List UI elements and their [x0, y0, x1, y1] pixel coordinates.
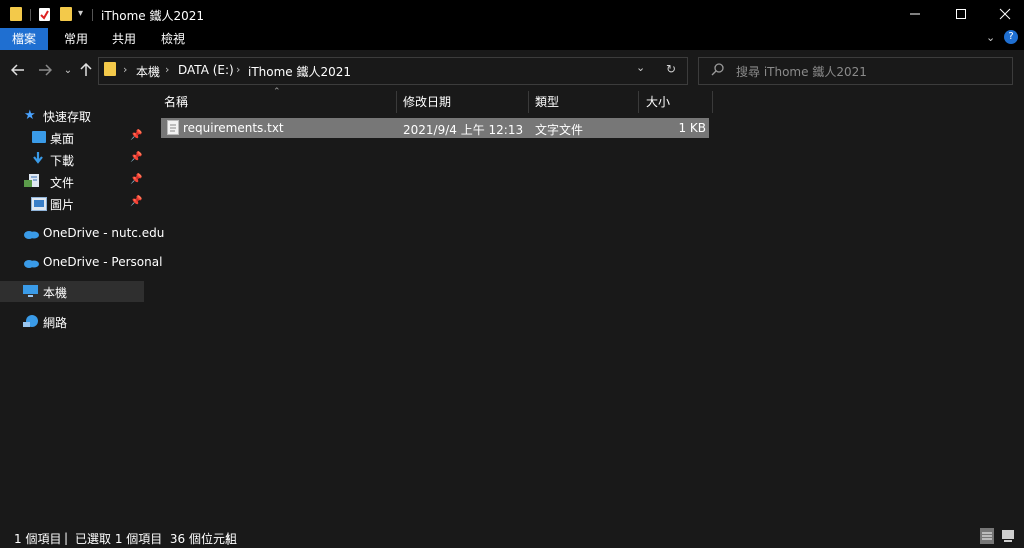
sidebar-item-label: 桌面 — [50, 132, 75, 146]
sidebar-item-network[interactable]: 網路 — [0, 311, 144, 331]
text-file-icon — [167, 120, 179, 135]
star-icon: ★ — [24, 108, 36, 123]
pin-icon: 📌 — [130, 196, 143, 207]
sidebar-item-label: 圖片 — [50, 198, 75, 212]
sidebar-item-pictures[interactable]: 圖片 📌 — [0, 193, 144, 213]
breadcrumb-computer[interactable]: 本機 — [136, 63, 160, 80]
column-divider[interactable] — [712, 91, 713, 113]
column-divider[interactable] — [638, 91, 639, 113]
search-input[interactable]: 搜尋 iThome 鐵人2021 — [736, 63, 867, 80]
close-button[interactable] — [982, 0, 1024, 28]
window-title: iThome 鐵人2021 — [101, 9, 205, 23]
sidebar-item-label: 本機 — [43, 286, 68, 300]
refresh-icon[interactable]: ↻ — [666, 62, 676, 76]
sidebar-item-label: 文件 — [50, 176, 75, 190]
folder-icon — [10, 7, 22, 21]
file-type: 文字文件 — [535, 123, 584, 137]
file-name: requirements.txt — [183, 121, 284, 135]
cloud-icon — [23, 257, 39, 269]
column-header-size[interactable]: 大小 — [646, 91, 670, 113]
computer-icon — [23, 285, 38, 297]
sidebar-item-onedrive-nutc[interactable]: OneDrive - nutc.edu — [0, 223, 164, 243]
breadcrumb-separator-icon[interactable]: › — [236, 63, 240, 76]
forward-button[interactable] — [35, 59, 55, 81]
tab-home[interactable]: 常用 — [53, 28, 99, 50]
toolbar-separator — [92, 9, 93, 21]
pin-icon: 📌 — [130, 130, 143, 141]
recent-locations-icon[interactable]: ⌄ — [58, 59, 78, 81]
maximize-button[interactable] — [938, 0, 984, 28]
network-icon — [23, 314, 39, 328]
cloud-icon — [23, 228, 39, 240]
column-header-date[interactable]: 修改日期 — [403, 91, 451, 113]
pin-icon: 📌 — [130, 174, 143, 185]
breadcrumb-folder[interactable]: iThome 鐵人2021 — [248, 63, 351, 80]
details-view-button[interactable] — [980, 528, 994, 544]
close-icon — [999, 8, 1011, 20]
details-view-icon — [982, 532, 992, 540]
item-count: 1 個項目 — [14, 532, 62, 546]
desktop-icon — [32, 131, 46, 143]
sidebar-item-this-pc[interactable]: 本機 — [0, 281, 144, 302]
file-modified-date: 2021/9/4 上午 12:13 — [403, 123, 524, 137]
back-arrow-icon — [11, 64, 24, 76]
minimize-button[interactable] — [892, 0, 938, 28]
help-icon[interactable]: ? — [1004, 30, 1018, 44]
column-header-name[interactable]: 名稱 — [164, 91, 188, 113]
file-size: 1 KB — [678, 121, 706, 135]
search-icon — [711, 62, 725, 79]
back-button[interactable] — [8, 59, 28, 81]
folder-icon — [104, 62, 116, 76]
address-dropdown-icon[interactable]: ⌄ — [636, 61, 645, 74]
tab-file[interactable]: 檔案 — [0, 28, 48, 50]
up-arrow-icon — [80, 63, 92, 76]
sidebar-item-documents[interactable]: 文件 📌 — [0, 171, 144, 191]
large-icons-view-icon — [1002, 530, 1014, 542]
sidebar-item-quick-access[interactable]: ★ 快速存取 — [0, 105, 144, 125]
up-button[interactable] — [76, 59, 96, 81]
sidebar-item-onedrive-personal[interactable]: OneDrive - Personal — [0, 252, 162, 272]
customize-toolbar-icon[interactable]: ▾ — [78, 8, 83, 19]
new-folder-icon[interactable] — [60, 7, 72, 21]
documents-icon — [24, 174, 40, 188]
toolbar-separator — [30, 9, 31, 21]
sidebar-item-label: 下載 — [50, 154, 75, 168]
sidebar-item-label: 網路 — [43, 316, 68, 330]
download-icon — [31, 151, 45, 164]
sidebar-item-desktop[interactable]: 桌面 📌 — [0, 127, 144, 147]
breadcrumb-separator-icon[interactable]: › — [123, 63, 127, 76]
column-header-type[interactable]: 類型 — [535, 91, 559, 113]
selection-info: 已選取 1 個項目 36 個位元組 — [75, 532, 237, 546]
status-separator: | — [226, 531, 231, 545]
sort-ascending-icon: ⌃ — [273, 87, 281, 97]
tab-view[interactable]: 檢視 — [150, 28, 196, 50]
tab-share[interactable]: 共用 — [101, 28, 147, 50]
properties-icon[interactable] — [39, 8, 50, 21]
sidebar-item-label: OneDrive - Personal — [43, 255, 163, 269]
breadcrumb-separator-icon[interactable]: › — [165, 63, 169, 76]
column-divider[interactable] — [396, 91, 397, 113]
large-icons-view-button[interactable] — [1000, 528, 1016, 544]
minimize-icon — [910, 13, 920, 15]
forward-arrow-icon — [39, 64, 52, 76]
maximize-icon — [956, 9, 966, 19]
expand-ribbon-icon[interactable]: ⌄ — [986, 31, 995, 44]
sidebar-item-label: 快速存取 — [43, 110, 92, 124]
sidebar-item-downloads[interactable]: 下載 📌 — [0, 149, 144, 169]
breadcrumb-drive[interactable]: DATA (E:) — [178, 63, 234, 77]
pin-icon: 📌 — [130, 152, 143, 163]
sidebar-item-label: OneDrive - nutc.edu — [43, 226, 165, 240]
column-divider[interactable] — [528, 91, 529, 113]
pictures-icon — [31, 197, 47, 211]
status-separator: | — [64, 531, 69, 545]
